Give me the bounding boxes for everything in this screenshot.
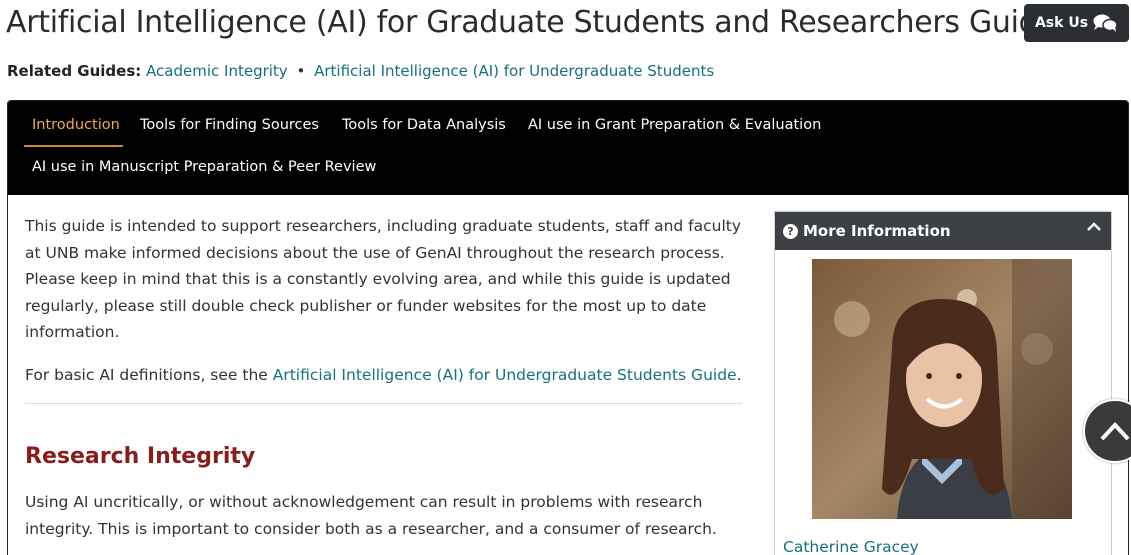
definitions-link[interactable]: Artificial Intelligence (AI) for Undergr…: [273, 366, 737, 384]
divider: [25, 403, 742, 404]
profile-photo: [812, 259, 1072, 519]
related-guides: Related Guides: Academic Integrity • Art…: [7, 62, 714, 80]
more-information-title: More Information: [803, 222, 951, 240]
active-tab-indicator: [24, 145, 123, 147]
page-title: Artificial Intelligence (AI) for Graduat…: [6, 5, 1056, 40]
intro-paragraph: This guide is intended to support resear…: [25, 217, 742, 341]
definitions-suffix: .: [736, 365, 742, 384]
chat-bubbles-icon: [1092, 13, 1118, 33]
related-guides-label: Related Guides:: [7, 62, 142, 80]
tab-bar: Introduction Tools for Finding Sources T…: [8, 101, 1128, 195]
more-information-header[interactable]: ? More Information: [775, 212, 1111, 250]
page: Artificial Intelligence (AI) for Graduat…: [0, 0, 1131, 555]
question-icon: ?: [783, 223, 798, 239]
guide-container: Introduction Tools for Finding Sources T…: [7, 100, 1129, 555]
tab-tools-data-analysis[interactable]: Tools for Data Analysis: [342, 117, 506, 133]
separator: •: [296, 62, 306, 80]
section-heading: Research Integrity: [25, 444, 256, 469]
tab-introduction[interactable]: Introduction: [32, 117, 120, 133]
profile-name-link[interactable]: Catherine Gracey: [783, 538, 919, 555]
section-paragraph: Using AI uncritically, or without acknow…: [25, 493, 717, 538]
tab-tools-finding-sources[interactable]: Tools for Finding Sources: [140, 117, 319, 133]
more-information-box: ? More Information Catherine Gracey: [774, 211, 1112, 555]
related-link-academic-integrity[interactable]: Academic Integrity: [146, 62, 288, 80]
tab-manuscript-preparation[interactable]: AI use in Manuscript Preparation & Peer …: [32, 159, 376, 175]
definitions-prefix: For basic AI definitions, see the: [25, 365, 273, 384]
chevron-up-icon[interactable]: [1085, 218, 1103, 240]
related-link-ai-undergrad[interactable]: Artificial Intelligence (AI) for Undergr…: [314, 62, 714, 80]
chevron-up-icon: [1100, 422, 1130, 441]
ask-us-label: Ask Us: [1034, 15, 1089, 31]
ask-us-button[interactable]: Ask Us: [1024, 4, 1129, 42]
definitions-paragraph: For basic AI definitions, see the Artifi…: [25, 362, 745, 389]
main-content: This guide is intended to support resear…: [25, 213, 745, 388]
tab-grant-preparation[interactable]: AI use in Grant Preparation & Evaluation: [528, 117, 821, 133]
